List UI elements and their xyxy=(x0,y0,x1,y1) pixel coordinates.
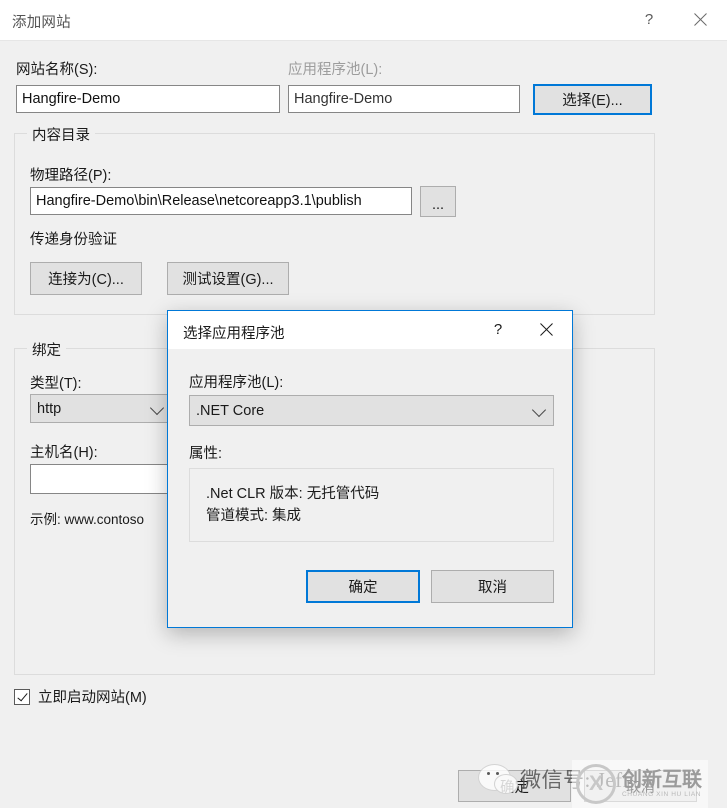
clr-version-text: .Net CLR 版本: 无托管代码 xyxy=(206,486,380,502)
start-site-checkbox-row[interactable]: 立即启动网站(M) xyxy=(14,686,147,707)
modal-app-pool-select[interactable]: .NET Core xyxy=(189,395,554,426)
site-name-input[interactable]: Hangfire-Demo xyxy=(16,85,280,113)
host-name-label: 主机名(H): xyxy=(30,445,98,461)
modal-app-pool-label: 应用程序池(L): xyxy=(189,375,284,391)
binding-type-select[interactable]: http xyxy=(30,394,172,423)
pipeline-mode-text: 管道模式: 集成 xyxy=(206,508,302,524)
select-app-pool-dialog: 选择应用程序池 ? 应用程序池(L): .NET Core 属性: .Net C… xyxy=(167,310,573,628)
modal-properties-label: 属性: xyxy=(189,446,223,462)
modal-properties-panel: .Net CLR 版本: 无托管代码 管道模式: 集成 xyxy=(189,468,554,542)
checkbox-checked-icon[interactable] xyxy=(14,688,30,705)
chevron-down-icon xyxy=(149,400,165,415)
binding-type-label: 类型(T): xyxy=(30,376,82,392)
window-title: 添加网站 xyxy=(12,15,71,31)
start-site-label: 立即启动网站(M) xyxy=(38,690,147,706)
connect-as-button[interactable]: 连接为(C)... xyxy=(30,262,142,295)
content-directory-group-title: 内容目录 xyxy=(27,124,95,145)
physical-path-input[interactable]: Hangfire-Demo\bin\Release\netcoreapp3.1\… xyxy=(30,187,412,215)
binding-group-title: 绑定 xyxy=(27,339,66,360)
test-settings-button[interactable]: 测试设置(G)... xyxy=(167,262,289,295)
modal-close-button[interactable] xyxy=(524,311,568,348)
host-example-text: 示例: www.contoso xyxy=(30,512,145,527)
close-button[interactable] xyxy=(677,0,723,39)
browse-physical-path-button[interactable]: ... xyxy=(420,186,456,217)
help-button[interactable]: ? xyxy=(626,0,672,39)
host-name-input[interactable] xyxy=(30,464,172,494)
cancel-button[interactable]: 取消 xyxy=(584,770,697,802)
modal-title: 选择应用程序池 xyxy=(183,326,285,342)
close-icon xyxy=(692,11,709,28)
binding-type-value: http xyxy=(37,400,62,417)
window-titlebar: 添加网站 ? xyxy=(0,0,727,41)
modal-titlebar: 选择应用程序池 ? xyxy=(168,311,572,349)
passthrough-auth-label: 传递身份验证 xyxy=(30,232,117,248)
question-mark-icon: ? xyxy=(493,321,503,338)
modal-app-pool-value: .NET Core xyxy=(196,402,265,419)
modal-help-button[interactable]: ? xyxy=(476,311,520,348)
question-mark-icon: ? xyxy=(644,11,654,28)
chevron-down-icon xyxy=(531,402,547,417)
close-icon xyxy=(538,321,555,338)
site-name-label: 网站名称(S): xyxy=(16,62,98,78)
select-app-pool-button[interactable]: 选择(E)... xyxy=(533,84,652,115)
modal-ok-button[interactable]: 确定 xyxy=(306,570,420,603)
ok-button[interactable]: 确定 xyxy=(458,770,571,802)
app-pool-label: 应用程序池(L): xyxy=(288,62,383,78)
app-pool-input[interactable]: Hangfire-Demo xyxy=(288,85,520,113)
modal-cancel-button[interactable]: 取消 xyxy=(431,570,554,603)
physical-path-label: 物理路径(P): xyxy=(30,168,112,184)
